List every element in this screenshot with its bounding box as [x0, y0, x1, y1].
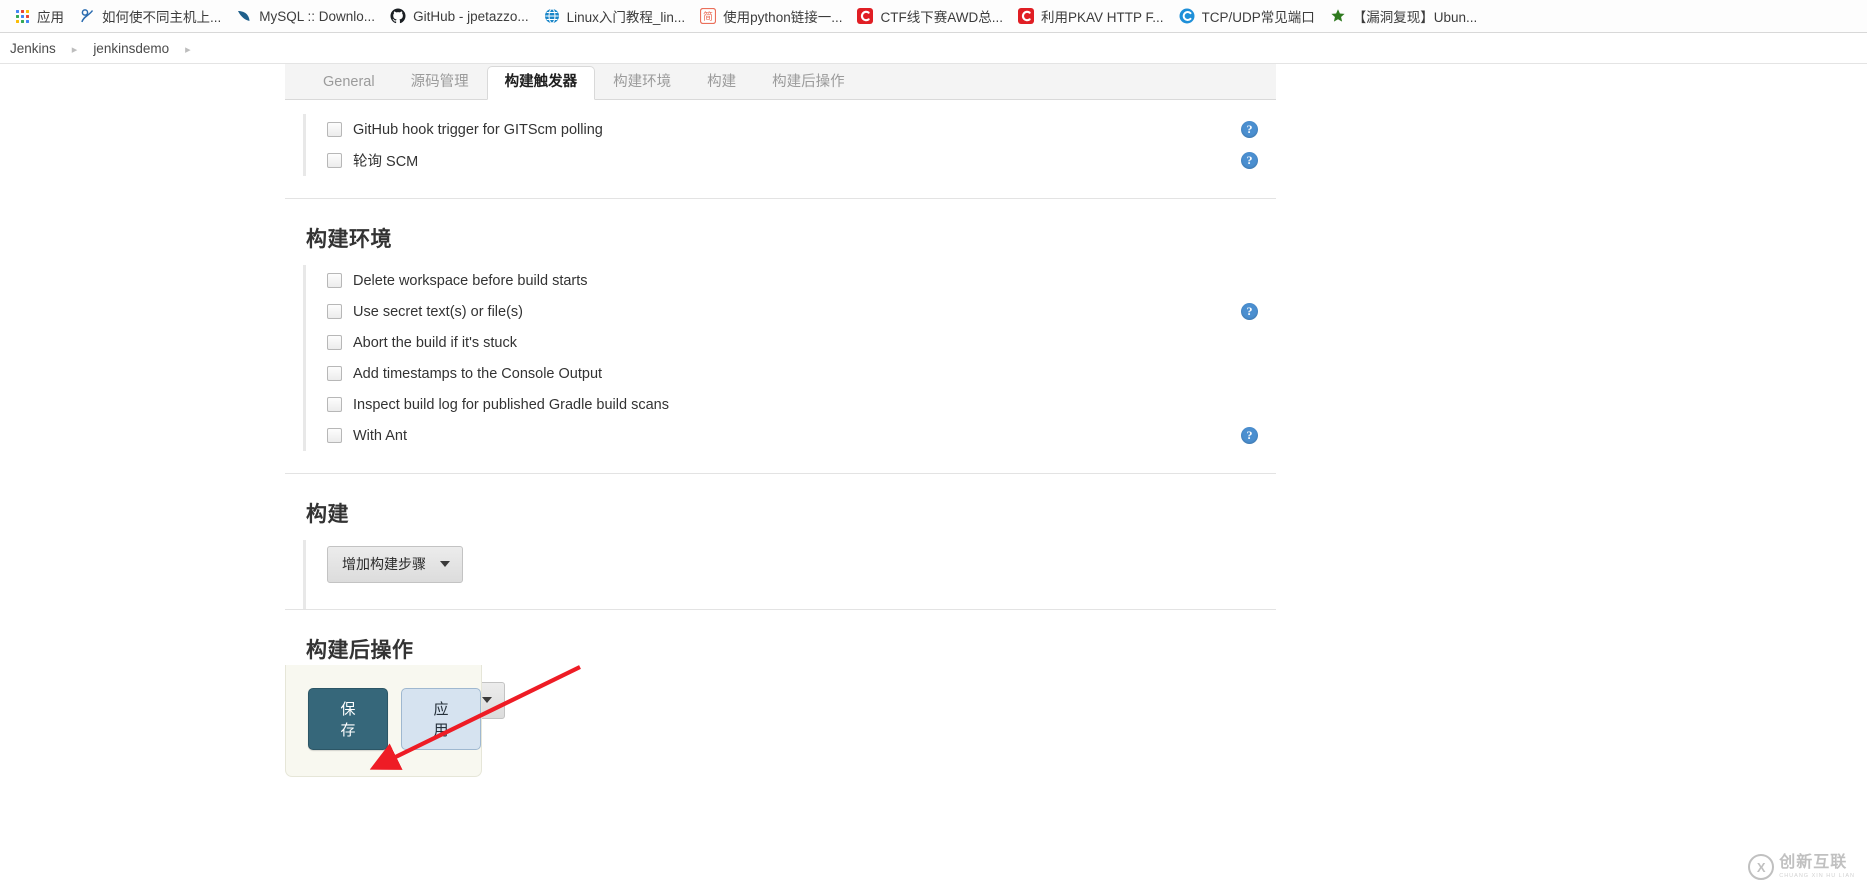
checkbox-label[interactable]: Inspect build log for published Gradle b… — [353, 397, 669, 413]
config-tab-bar: General 源码管理 构建触发器 构建环境 构建 构建后操作 — [285, 64, 1276, 100]
watermark-subtext: CHUANG XIN HU LIAN — [1779, 873, 1855, 879]
job-config-panel: General 源码管理 构建触发器 构建环境 构建 构建后操作 GitHub … — [285, 64, 1276, 745]
watermark-text: 创新互联 — [1779, 854, 1848, 871]
checkbox-label[interactable]: Delete workspace before build starts — [353, 273, 588, 289]
checkbox-row-use-secret-text[interactable]: Use secret text(s) or file(s) ? — [303, 296, 1276, 327]
add-build-step-button[interactable]: 增加构建步骤 — [327, 546, 463, 583]
help-icon[interactable]: ? — [1241, 303, 1258, 320]
bookmark-label: 【漏洞复现】Ubun... — [1352, 10, 1478, 25]
breadcrumb-separator-icon: ▸ — [185, 43, 191, 56]
checkbox-github-hook-trigger[interactable] — [327, 122, 342, 137]
site-icon-blue-person — [79, 8, 95, 24]
checkbox-row-with-ant[interactable]: With Ant ? — [303, 420, 1276, 451]
help-icon[interactable]: ? — [1241, 152, 1258, 169]
checkbox-row-poll-scm[interactable]: 轮询 SCM ? — [303, 145, 1276, 176]
section-title-build-environment: 构建环境 — [306, 228, 392, 251]
bookmark-tcp-udp-ports[interactable]: TCP/UDP常见端口 — [1173, 4, 1324, 28]
checkbox-label[interactable]: 轮询 SCM — [353, 150, 418, 171]
checkbox-delete-workspace[interactable] — [327, 273, 342, 288]
tab-post-build-actions[interactable]: 构建后操作 — [754, 66, 863, 99]
bookmark-label: CTF线下赛AWD总... — [880, 10, 1003, 25]
checkbox-use-secret-text[interactable] — [327, 304, 342, 319]
chevron-down-icon — [482, 697, 492, 703]
svg-text:简: 简 — [703, 10, 713, 23]
bookmark-ubuntu-vuln[interactable]: 【漏洞复现】Ubun... — [1324, 4, 1487, 28]
checkbox-label[interactable]: Use secret text(s) or file(s) — [353, 304, 523, 320]
bookmark-ctf-awd[interactable]: CTF线下赛AWD总... — [851, 4, 1012, 28]
checkbox-with-ant[interactable] — [327, 428, 342, 443]
bookmark-label: MySQL :: Downlo... — [259, 8, 376, 24]
browser-bookmarks-bar: 应用 如何使不同主机上... MySQL :: Downlo... GitHub… — [0, 0, 1867, 33]
bookmark-label: 如何使不同主机上... — [102, 10, 222, 25]
checkbox-label[interactable]: Abort the build if it's stuck — [353, 335, 517, 351]
watermark: X 创新互联 CHUANG XIN HU LIAN — [1748, 854, 1855, 880]
section-title-build: 构建 — [306, 503, 349, 526]
bookmark-python-article[interactable]: 简 使用python链接一... — [694, 4, 851, 28]
bookmark-mysql[interactable]: MySQL :: Downlo... — [230, 4, 384, 28]
checkbox-row-github-hook-trigger[interactable]: GitHub hook trigger for GITScm polling ? — [303, 114, 1276, 145]
cnblogs-icon — [1179, 8, 1195, 24]
tab-source-code-management[interactable]: 源码管理 — [393, 66, 487, 99]
help-icon[interactable]: ? — [1241, 121, 1258, 138]
checkbox-label[interactable]: Add timestamps to the Console Output — [353, 366, 602, 382]
form-action-bar: 保存 应用 — [285, 665, 482, 777]
jianshu-icon: 简 — [700, 8, 717, 24]
checkbox-row-abort-stuck-build[interactable]: Abort the build if it's stuck — [303, 327, 1276, 358]
mysql-dolphin-icon — [236, 8, 252, 24]
tab-build[interactable]: 构建 — [689, 66, 754, 99]
section-build-triggers: GitHub hook trigger for GITScm polling ?… — [285, 100, 1276, 199]
csdn-icon — [857, 8, 874, 24]
bookmark-label: TCP/UDP常见端口 — [1201, 10, 1315, 25]
csdn-icon — [1017, 8, 1034, 24]
checkbox-inspect-gradle-scans[interactable] — [327, 397, 342, 412]
apply-button[interactable]: 应用 — [401, 688, 481, 750]
tab-build-triggers[interactable]: 构建触发器 — [486, 66, 596, 100]
breadcrumb: Jenkins ▸ jenkinsdemo ▸ — [0, 33, 1867, 64]
chevron-down-icon — [440, 561, 450, 567]
bookmark-github[interactable]: GitHub - jpetazzo... — [384, 4, 538, 28]
section-build: 构建 增加构建步骤 — [285, 474, 1276, 610]
section-build-environment: 构建环境 Delete workspace before build start… — [285, 199, 1276, 474]
checkbox-label[interactable]: GitHub hook trigger for GITScm polling — [353, 122, 603, 138]
bookmark-pkav-http[interactable]: 利用PKAV HTTP F... — [1012, 4, 1173, 28]
breadcrumb-item-jenkinsdemo[interactable]: jenkinsdemo — [89, 41, 173, 56]
bookmark-label: 使用python链接一... — [723, 10, 843, 25]
save-button[interactable]: 保存 — [308, 688, 388, 750]
apps-grid-icon — [14, 8, 30, 24]
star-icon — [1330, 8, 1346, 24]
checkbox-row-add-timestamps[interactable]: Add timestamps to the Console Output — [303, 358, 1276, 389]
build-step-button-wrap: 增加构建步骤 — [303, 540, 1276, 609]
bookmark-apps[interactable]: 应用 — [8, 4, 73, 28]
checkbox-abort-stuck-build[interactable] — [327, 335, 342, 350]
bookmark-label: GitHub - jpetazzo... — [413, 8, 529, 24]
page-body: General 源码管理 构建触发器 构建环境 构建 构建后操作 GitHub … — [0, 64, 1867, 888]
breadcrumb-separator-icon: ▸ — [71, 43, 78, 56]
add-build-step-label: 增加构建步骤 — [342, 556, 426, 572]
tab-general[interactable]: General — [305, 66, 393, 99]
help-icon[interactable]: ? — [1241, 427, 1258, 444]
github-octocat-icon — [390, 8, 406, 24]
watermark-logo-icon: X — [1748, 854, 1775, 880]
checkbox-poll-scm[interactable] — [327, 153, 342, 168]
checkbox-label[interactable]: With Ant — [353, 428, 407, 444]
bookmark-label: 应用 — [37, 10, 64, 25]
bookmark-label: Linux入门教程_lin... — [566, 10, 686, 25]
bookmark-linux-tutorial[interactable]: Linux入门教程_lin... — [538, 4, 695, 28]
breadcrumb-item-jenkins[interactable]: Jenkins — [6, 41, 60, 56]
tab-build-environment[interactable]: 构建环境 — [595, 66, 689, 99]
bookmark-label: 利用PKAV HTTP F... — [1040, 10, 1164, 25]
checkbox-add-timestamps[interactable] — [327, 366, 342, 381]
checkbox-row-inspect-gradle-scans[interactable]: Inspect build log for published Gradle b… — [303, 389, 1276, 420]
bookmark-host-article[interactable]: 如何使不同主机上... — [73, 4, 230, 28]
checkbox-row-delete-workspace[interactable]: Delete workspace before build starts — [303, 265, 1276, 296]
globe-icon — [544, 8, 560, 24]
